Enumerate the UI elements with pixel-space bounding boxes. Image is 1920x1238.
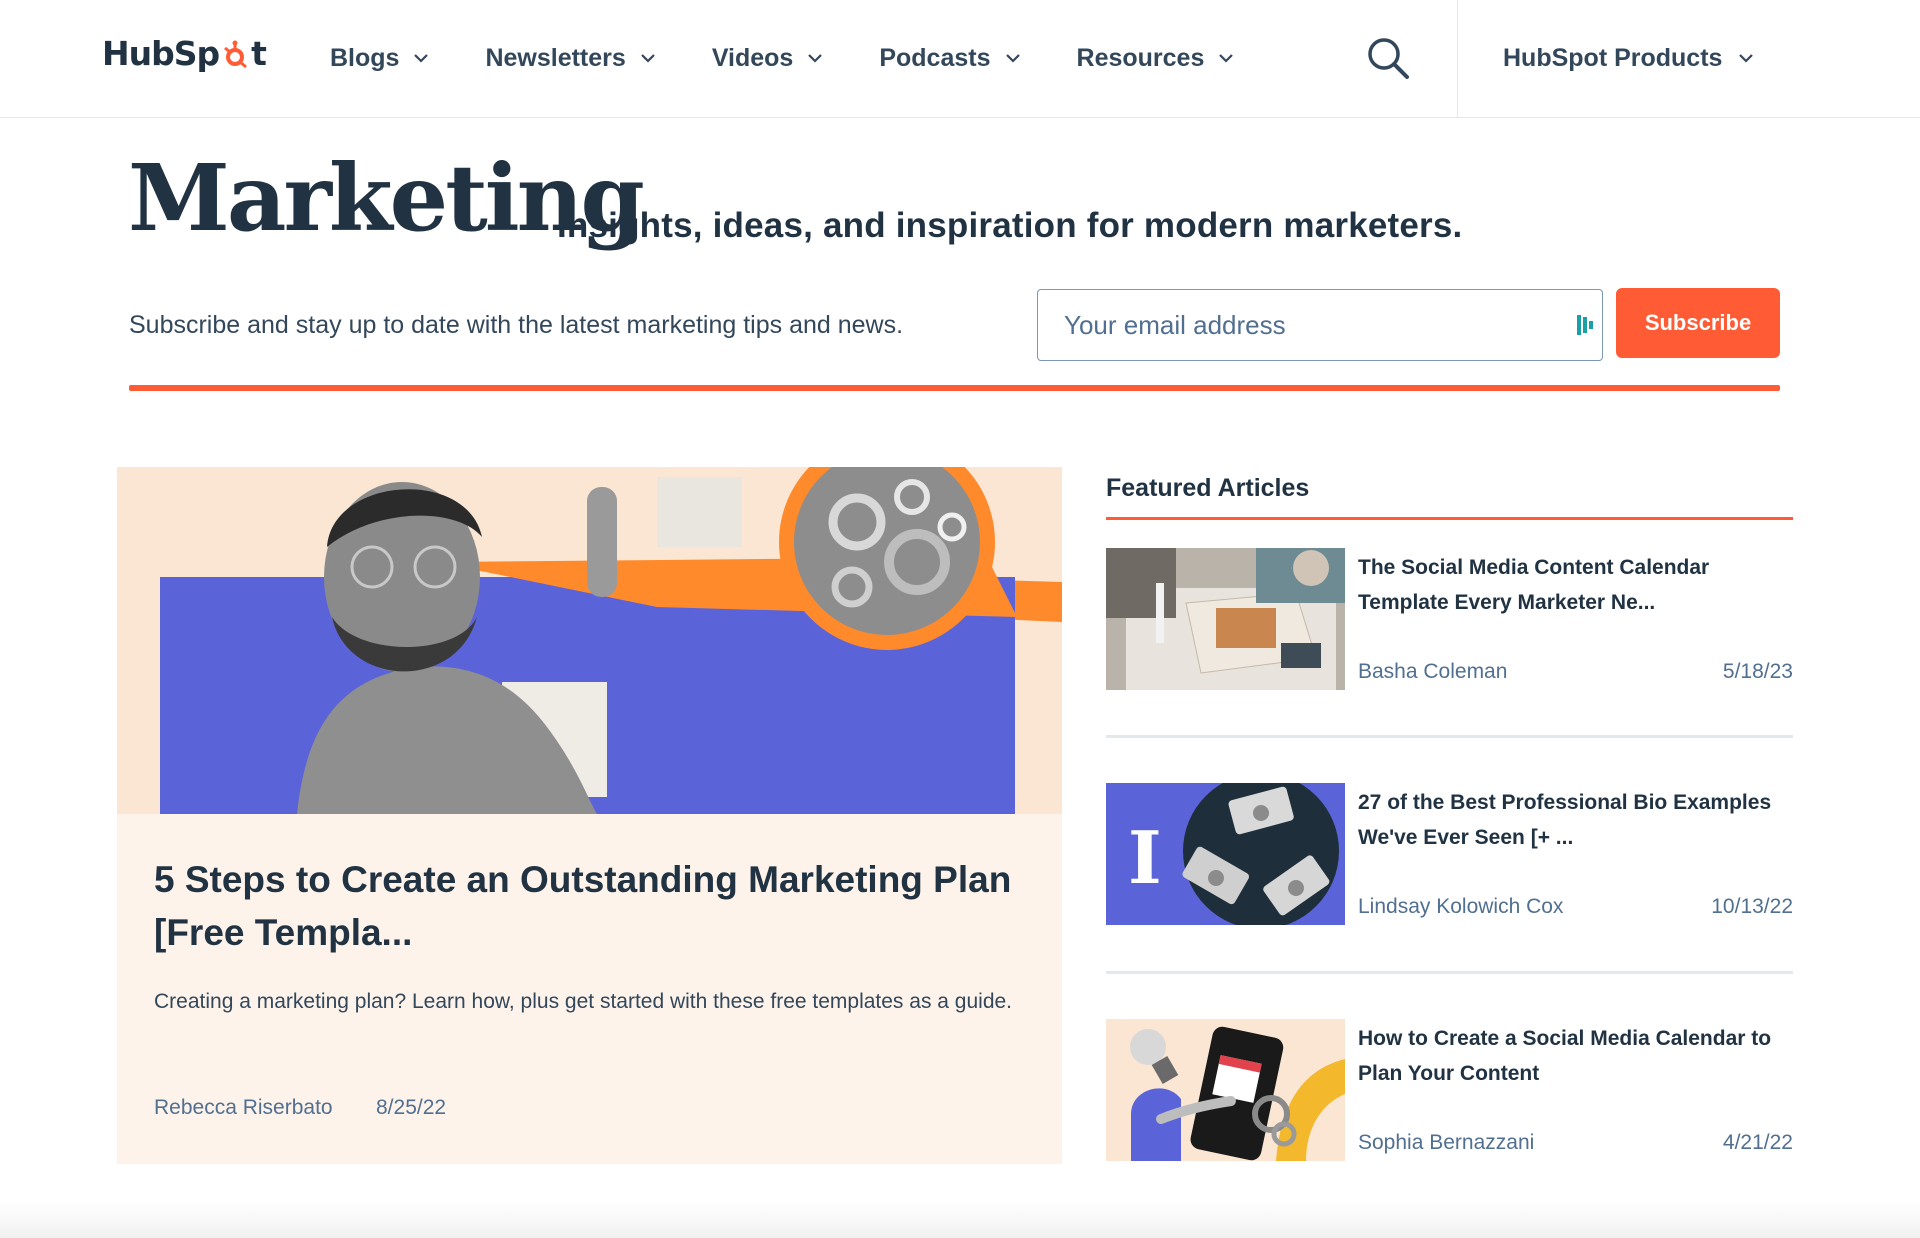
logo-text-left: HubSp bbox=[102, 34, 220, 73]
featured-article-author: Lindsay Kolowich Cox bbox=[1358, 895, 1564, 918]
featured-article[interactable]: I 27 of the Best Professional Bio Exampl… bbox=[1106, 783, 1793, 925]
featured-article-title[interactable]: 27 of the Best Professional Bio Examples… bbox=[1358, 785, 1778, 855]
nav-item-podcasts[interactable]: Podcasts bbox=[879, 44, 1020, 73]
featured-article[interactable]: How to Create a Social Media Calendar to… bbox=[1106, 1019, 1793, 1161]
nav-item-label: Resources bbox=[1076, 43, 1205, 72]
sprocket-icon bbox=[220, 39, 250, 69]
main-article-title[interactable]: 5 Steps to Create an Outstanding Marketi… bbox=[154, 853, 1014, 959]
page-bottom-edge bbox=[0, 1200, 1920, 1238]
featured-article-title[interactable]: The Social Media Content Calendar Templa… bbox=[1358, 550, 1778, 620]
featured-article-date: 4/21/22 bbox=[1722, 1131, 1793, 1154]
main-article-description: Creating a marketing plan? Learn how, pl… bbox=[154, 990, 1013, 1013]
nav-item-label: Blogs bbox=[330, 43, 400, 72]
hubspot-logo[interactable]: HubSp t bbox=[102, 34, 267, 73]
logo-text-right: t bbox=[251, 34, 267, 73]
featured-heading-divider bbox=[1106, 517, 1793, 520]
main-menu: Blogs Newsletters Videos Podcasts Resour… bbox=[330, 0, 1290, 116]
search-button[interactable] bbox=[1364, 34, 1412, 82]
featured-articles-heading: Featured Articles bbox=[1106, 474, 1310, 502]
svg-text:I: I bbox=[1128, 815, 1162, 900]
email-field[interactable] bbox=[1037, 289, 1603, 361]
nav-item-blogs[interactable]: Blogs bbox=[330, 44, 429, 73]
chevron-down-icon bbox=[1739, 54, 1754, 63]
chevron-down-icon bbox=[414, 54, 429, 63]
featured-divider bbox=[1106, 971, 1793, 974]
main-article-card[interactable]: 5 Steps to Create an Outstanding Marketi… bbox=[117, 467, 1062, 1164]
main-article-date: 8/25/22 bbox=[376, 1096, 447, 1119]
accent-divider bbox=[129, 385, 1780, 391]
featured-article-thumbnail[interactable] bbox=[1106, 548, 1345, 690]
main-article-image[interactable] bbox=[117, 467, 1062, 814]
nav-divider bbox=[1457, 0, 1458, 117]
page-subtitle: Insights, ideas, and inspiration for mod… bbox=[557, 206, 1463, 245]
featured-article-date: 10/13/22 bbox=[1711, 895, 1793, 918]
featured-article[interactable]: The Social Media Content Calendar Templa… bbox=[1106, 548, 1793, 690]
chevron-down-icon bbox=[1005, 54, 1020, 63]
nav-item-newsletters[interactable]: Newsletters bbox=[485, 44, 655, 73]
featured-article-thumbnail[interactable] bbox=[1106, 1019, 1345, 1161]
products-label: HubSpot Products bbox=[1503, 43, 1723, 72]
featured-article-author: Basha Coleman bbox=[1358, 660, 1508, 683]
featured-divider bbox=[1106, 735, 1793, 738]
featured-article-date: 5/18/23 bbox=[1722, 660, 1793, 683]
hubspot-products-menu[interactable]: HubSpot Products bbox=[1503, 0, 1754, 116]
main-article-author: Rebecca Riserbato bbox=[154, 1096, 333, 1119]
nav-item-label: Videos bbox=[711, 43, 794, 72]
chevron-down-icon bbox=[1219, 54, 1234, 63]
featured-article-title[interactable]: How to Create a Social Media Calendar to… bbox=[1358, 1021, 1778, 1091]
chevron-down-icon bbox=[808, 54, 823, 63]
featured-article-author: Sophia Bernazzani bbox=[1358, 1131, 1535, 1154]
search-icon bbox=[1368, 38, 1409, 79]
nav-item-label: Podcasts bbox=[879, 43, 991, 72]
featured-article-thumbnail[interactable]: I bbox=[1106, 783, 1345, 925]
password-manager-icon[interactable] bbox=[1576, 313, 1594, 337]
subscribe-button[interactable]: Subscribe bbox=[1616, 288, 1780, 358]
subscribe-prompt: Subscribe and stay up to date with the l… bbox=[129, 311, 904, 339]
chevron-down-icon bbox=[641, 54, 655, 63]
nav-item-resources[interactable]: Resources bbox=[1077, 44, 1235, 73]
top-navigation: HubSp t Blogs Newsletters Videos Podcast bbox=[0, 0, 1920, 118]
nav-item-videos[interactable]: Videos bbox=[712, 44, 824, 73]
nav-item-label: Newsletters bbox=[485, 43, 626, 72]
